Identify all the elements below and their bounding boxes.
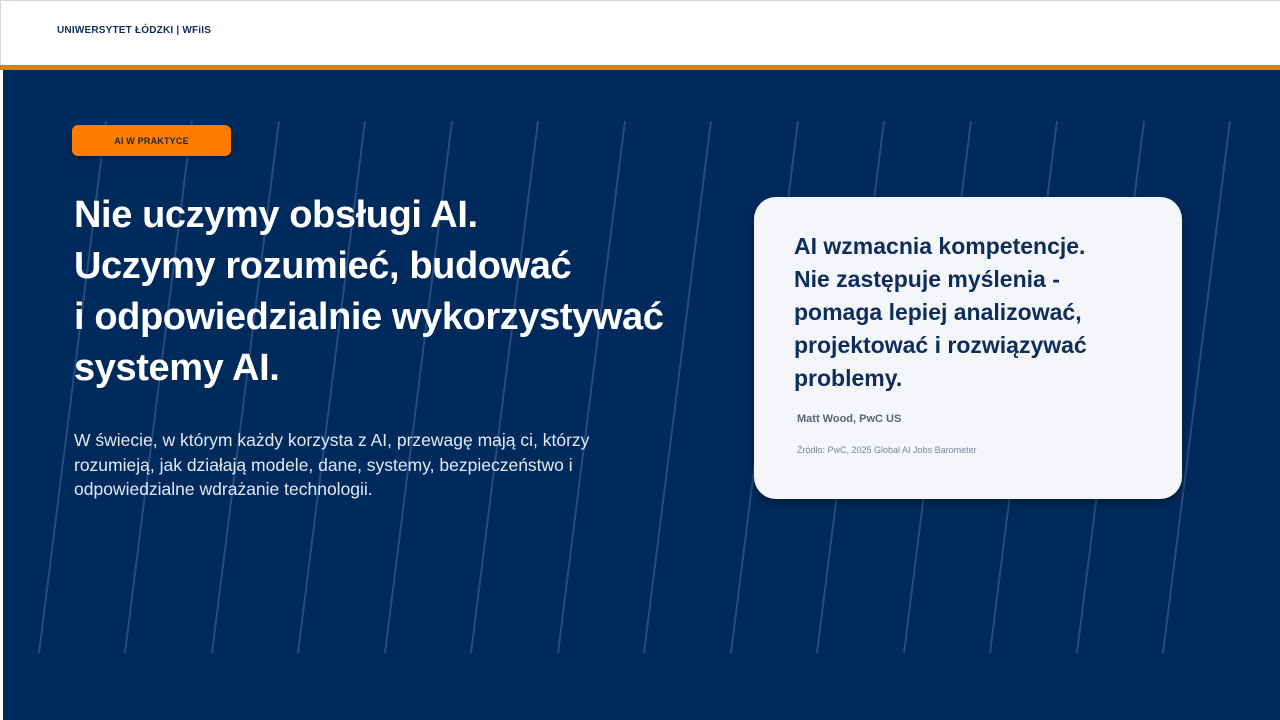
- body-paragraph: W świecie, w którym każdy korzysta z AI,…: [74, 430, 590, 499]
- section-tag-label: AI W PRAKTYCE: [114, 135, 189, 146]
- quote-line: Nie zastępuje myślenia -: [794, 266, 1060, 292]
- headline-line: systemy AI.: [74, 347, 280, 389]
- section-tag: AI W PRAKTYCE: [72, 125, 231, 156]
- quote-author: Matt Wood, PwC US: [797, 413, 902, 425]
- headline-line: Uczymy rozumieć, budować: [74, 245, 572, 287]
- quote-source: Źródło: PwC, 2025 Global AI Jobs Baromet…: [797, 445, 977, 455]
- quote-line: projektować i rozwiązywać: [794, 332, 1087, 358]
- university-label: UNIWERSYTET ŁÓDZKI | WFiIS: [57, 25, 212, 36]
- quote-card: AI wzmacnia kompetencje. Nie zastępuje m…: [754, 197, 1182, 499]
- quote-line: pomaga lepiej analizować,: [794, 299, 1082, 325]
- headline-line: i odpowiedzialnie wykorzystywać: [74, 296, 664, 338]
- quote-line: AI wzmacnia kompetencje.: [794, 233, 1086, 259]
- quote-line: problemy.: [794, 365, 903, 391]
- slide: UNIWERSYTET ŁÓDZKI | WFiIS AI W PRAKTYCE…: [0, 0, 1280, 720]
- headline-line: Nie uczymy obsługi AI.: [74, 194, 478, 236]
- headline: Nie uczymy obsługi AI. Uczymy rozumieć, …: [74, 190, 714, 394]
- header-bar: UNIWERSYTET ŁÓDZKI | WFiIS: [0, 0, 1280, 66]
- quote-text: AI wzmacnia kompetencje. Nie zastępuje m…: [794, 230, 1154, 395]
